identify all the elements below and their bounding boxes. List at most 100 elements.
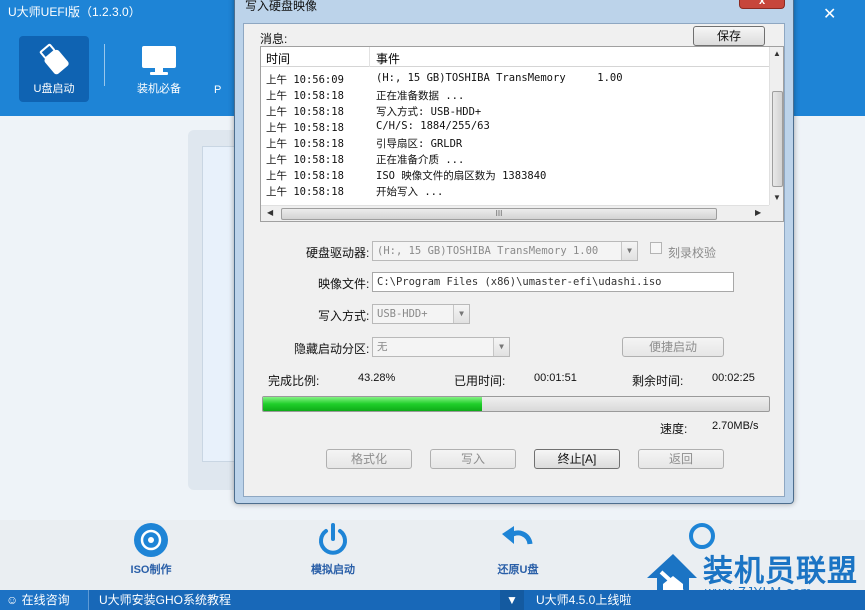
elapsed-value: 00:01:51 (534, 372, 577, 384)
log-time: 上午 10:58:18 (266, 90, 344, 102)
close-icon: x (758, 0, 766, 7)
chevron-down-icon: ▼ (621, 242, 637, 260)
drive-select-value: (H:, 15 GB)TOSHIBA TransMemory 1.00 (377, 245, 599, 257)
log-row[interactable]: 上午 10:58:18 写入方式: USB-HDD+ (261, 103, 769, 119)
log-row[interactable]: 上午 10:58:18 正在准备数据 ... (261, 87, 769, 103)
scroll-corner (769, 205, 783, 221)
scroll-up-icon[interactable]: ▲ (773, 49, 781, 58)
log-row[interactable]: 上午 10:58:18 ISO 映像文件的扇区数为 1383840 (261, 167, 769, 183)
iso-make-label: ISO制作 (130, 564, 172, 576)
scroll-right-icon[interactable]: ▶ (755, 208, 761, 217)
close-icon: ✕ (823, 6, 837, 23)
log-time: 上午 10:58:18 (266, 106, 344, 118)
back-button[interactable]: 返回 (638, 449, 724, 469)
log-time: 上午 10:58:18 (266, 154, 344, 166)
log-event: 正在准备介质 ... (376, 154, 465, 166)
chevron-down-icon: ▼ (493, 338, 509, 356)
scroll-left-icon[interactable]: ◀ (267, 208, 273, 217)
quick-boot-button[interactable]: 便捷启动 (622, 337, 724, 357)
nav-label: U盘启动 (33, 83, 75, 95)
save-button[interactable]: 保存 (693, 26, 765, 46)
format-button[interactable]: 格式化 (326, 449, 412, 469)
hidden-partition-label: 隐藏启动分区: (294, 342, 370, 356)
status-bar: ☺ 在线咨询 U大师安装GHO系统教程 ▼ U大师4.5.0上线啦 (0, 590, 865, 610)
progress-bar-fill (263, 397, 482, 411)
speed-value: 2.70MB/s (712, 420, 759, 432)
disc-icon (134, 523, 168, 557)
usb-drive-icon (39, 43, 69, 75)
remaining-label: 剩余时间: (632, 374, 684, 388)
restore-arrow-icon (502, 526, 533, 545)
elapsed-label: 已用时间: (454, 374, 506, 388)
log-event: 引导扇区: GRLDR (376, 138, 463, 150)
drive-label: 硬盘驱动器: (306, 246, 370, 260)
log-row[interactable]: 上午 10:58:18 开始写入 ... (261, 183, 769, 199)
progress-bar (262, 396, 770, 412)
write-button[interactable]: 写入 (430, 449, 516, 469)
monitor-icon (142, 46, 176, 75)
scroll-thumb[interactable] (772, 91, 783, 187)
column-divider (369, 47, 370, 67)
horizontal-scrollbar[interactable]: ◀ III ▶ (261, 205, 769, 221)
log-list[interactable]: 时间 事件 上午 10:56:09 (H:, 15 GB)TOSHIBA Tran… (260, 46, 784, 222)
log-event: 正在准备数据 ... (376, 90, 465, 102)
scroll-down-icon[interactable]: ▼ (773, 193, 781, 202)
hidden-partition-value: 无 (377, 341, 388, 353)
log-time: 上午 10:58:18 (266, 138, 344, 150)
iso-make-button[interactable]: ISO制作 (121, 522, 181, 577)
messages-label: 消息: (260, 32, 288, 46)
hidden-partition-select[interactable]: 无 ▼ (372, 337, 510, 357)
vertical-scrollbar[interactable]: ▲ ▼ (769, 47, 783, 205)
restore-usb-button[interactable]: 还原U盘 (488, 522, 548, 577)
write-mode-value: USB-HDD+ (377, 308, 428, 320)
nav-divider (104, 44, 105, 86)
verify-checkbox[interactable] (650, 242, 662, 254)
dialog-title: 写入硬盘映像 (245, 0, 318, 13)
dialog-close-button[interactable]: x (739, 0, 785, 9)
restore-usb-label: 还原U盘 (497, 564, 539, 576)
log-header: 时间 事件 (261, 47, 769, 67)
log-time: 上午 10:58:18 (266, 122, 344, 134)
column-header-time[interactable]: 时间 (266, 50, 290, 67)
log-event: ISO 映像文件的扇区数为 1383840 (376, 170, 547, 182)
log-row[interactable]: 上午 10:58:18 C/H/S: 1884/255/63 (261, 119, 769, 135)
scroll-thumb[interactable]: III (281, 208, 717, 220)
log-event: 写入方式: USB-HDD+ (376, 106, 482, 118)
log-event: C/H/S: 1884/255/63 (376, 120, 490, 132)
tutorial-link[interactable]: U大师安装GHO系统教程 (88, 590, 500, 610)
log-row[interactable]: 上午 10:58:18 正在准备介质 ... (261, 151, 769, 167)
nav-label: 装机必备 (137, 83, 181, 95)
verify-label: 刻录校验 (668, 246, 717, 260)
log-row[interactable]: 上午 10:58:18 引导扇区: GRLDR (261, 135, 769, 151)
write-disk-image-dialog: 写入硬盘映像 x 消息: 保存 时间 事件 上午 10:56:09 (H:, 15… (234, 0, 794, 504)
simulate-boot-label: 模拟启动 (311, 564, 355, 576)
write-mode-label: 写入方式: (318, 309, 370, 323)
app-title: U大师UEFI版（1.2.3.0） (8, 5, 141, 19)
column-header-event[interactable]: 事件 (376, 50, 400, 67)
dialog-body: 消息: 保存 时间 事件 上午 10:56:09 (H:, 15 GB)TOSHI… (243, 23, 785, 497)
nav-usb-boot[interactable]: U盘启动 (19, 36, 89, 102)
dropdown-arrow-icon[interactable]: ▼ (500, 590, 524, 610)
app-close-button[interactable]: ✕ (805, 4, 857, 24)
simulate-boot-button[interactable]: 模拟启动 (303, 522, 363, 577)
image-file-label: 映像文件: (318, 277, 370, 291)
chevron-down-icon: ▼ (453, 305, 469, 323)
stop-button[interactable]: 终止[A] (534, 449, 620, 469)
remaining-value: 00:02:25 (712, 372, 755, 384)
log-row[interactable]: 上午 10:56:09 (H:, 15 GB)TOSHIBA TransMemor… (261, 71, 769, 87)
percent-label: 完成比例: (268, 374, 320, 388)
log-time: 上午 10:56:09 (266, 74, 344, 86)
log-time: 上午 10:58:18 (266, 170, 344, 182)
nav-essentials[interactable]: 装机必备 (124, 36, 194, 102)
online-consult-label: 在线咨询 (21, 593, 70, 607)
log-event: (H:, 15 GB)TOSHIBA TransMemory 1.00 (376, 72, 623, 84)
log-time: 上午 10:58:18 (266, 186, 344, 198)
write-mode-select[interactable]: USB-HDD+ ▼ (372, 304, 470, 324)
headset-icon: ☺ (6, 593, 19, 607)
image-file-field[interactable]: C:\Program Files (x86)\umaster-efi\udash… (372, 272, 734, 292)
log-event: 开始写入 ... (376, 186, 444, 198)
online-consult-link[interactable]: ☺ 在线咨询 (0, 590, 88, 610)
drive-select[interactable]: (H:, 15 GB)TOSHIBA TransMemory 1.00 ▼ (372, 241, 638, 261)
news-link[interactable]: U大师4.5.0上线啦 (526, 590, 656, 610)
percent-value: 43.28% (358, 372, 396, 384)
